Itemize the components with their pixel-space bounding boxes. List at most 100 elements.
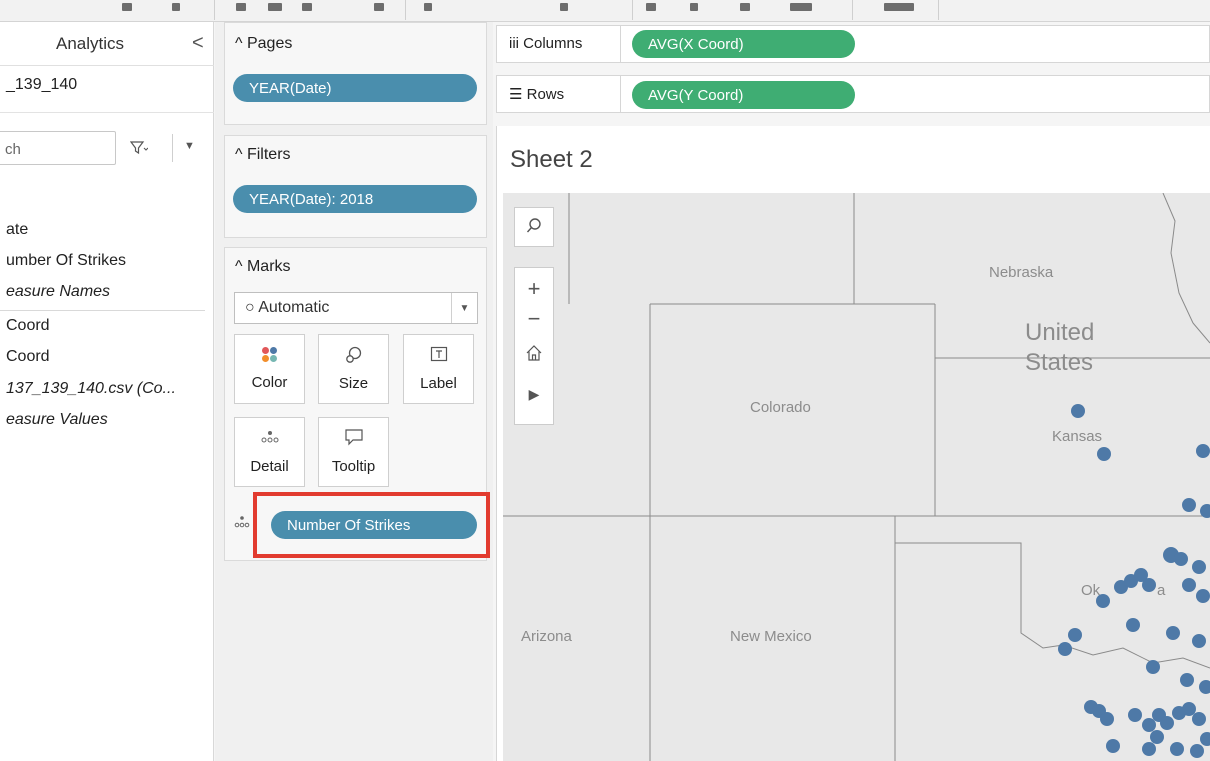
zoom-out-icon[interactable]: −: [515, 306, 553, 332]
strike-mark: [1190, 744, 1204, 758]
field-item-date[interactable]: ate: [6, 221, 28, 239]
label-states: States: [1025, 349, 1093, 376]
detail-dots-icon: [234, 514, 250, 535]
columns-pill[interactable]: AVG(X Coord): [632, 30, 855, 58]
strike-mark: [1200, 732, 1210, 746]
mark-type-select[interactable]: ○ Automatic ▼: [234, 292, 478, 324]
label-nebraska: Nebraska: [989, 264, 1054, 281]
filter-icon[interactable]: [129, 140, 149, 160]
tab-analytics[interactable]: Analytics: [56, 34, 124, 54]
tooltip-icon: [319, 428, 388, 450]
zoom-in-icon[interactable]: +: [515, 276, 553, 302]
map-canvas: Nebraska United States Colorado Kansas O…: [503, 193, 1210, 761]
strike-mark: [1196, 589, 1210, 603]
divider: [620, 76, 621, 112]
strike-mark: [1106, 739, 1120, 753]
toolbar: [0, 0, 1210, 22]
toolbar-separator: [632, 0, 633, 20]
toolbar-glyph[interactable]: [374, 3, 384, 11]
strike-mark: [1100, 712, 1114, 726]
field-item-count[interactable]: 137_139_140.csv (Co...: [6, 380, 176, 398]
strike-mark: [1068, 628, 1082, 642]
columns-label: Columns: [523, 35, 583, 52]
filters-card-title: ^ Filters: [235, 146, 291, 164]
field-item-x-coord[interactable]: Coord: [6, 317, 50, 335]
label-button[interactable]: Label: [403, 334, 474, 404]
toolbar-glyph[interactable]: [690, 3, 698, 11]
toolbar-glyph[interactable]: [268, 3, 282, 11]
strike-mark: [1196, 444, 1210, 458]
map-view[interactable]: Nebraska United States Colorado Kansas O…: [503, 193, 1210, 761]
home-icon[interactable]: [515, 344, 553, 367]
detail-button[interactable]: Detail: [234, 417, 305, 487]
state-borders: [503, 193, 1210, 761]
strike-mark: [1192, 712, 1206, 726]
strike-mark: [1128, 708, 1142, 722]
toolbar-separator: [938, 0, 939, 20]
field-item-measure-names[interactable]: easure Names: [6, 283, 110, 301]
tooltip-button[interactable]: Tooltip: [318, 417, 389, 487]
strike-mark: [1180, 673, 1194, 687]
rows-shelf-label: ☰ Rows: [509, 85, 564, 103]
toolbar-glyph[interactable]: [236, 3, 246, 11]
field-item-measure-values[interactable]: easure Values: [6, 411, 108, 429]
columns-shelf-label: iii Columns: [509, 35, 582, 52]
strike-mark: [1192, 560, 1206, 574]
strike-mark: [1071, 404, 1085, 418]
map-labels: Nebraska United States Colorado Kansas O…: [521, 264, 1166, 645]
strike-mark: [1174, 552, 1188, 566]
collapse-pane-icon[interactable]: <: [192, 32, 204, 55]
toolbar-glyph[interactable]: [790, 3, 812, 11]
divider: [0, 310, 205, 311]
toolbar-glyph[interactable]: [424, 3, 432, 11]
strike-mark: [1142, 718, 1156, 732]
size-button[interactable]: Size: [318, 334, 389, 404]
toolbar-glyph[interactable]: [172, 3, 180, 11]
field-item-number-of-strikes[interactable]: umber Of Strikes: [6, 252, 126, 270]
toolbar-glyph[interactable]: [560, 3, 568, 11]
toolbar-separator: [214, 0, 215, 20]
map-search-icon[interactable]: [514, 207, 554, 247]
map-controls: + − ▶: [514, 267, 554, 425]
toolbar-glyph[interactable]: [884, 3, 914, 11]
strike-marks: [1058, 404, 1210, 758]
strike-mark: [1192, 634, 1206, 648]
size-icon: [319, 345, 388, 367]
toolbar-glyph[interactable]: [122, 3, 132, 11]
pages-pill[interactable]: YEAR(Date): [233, 74, 477, 102]
chevron-up-icon[interactable]: ^: [235, 146, 243, 163]
field-item-y-coord[interactable]: Coord: [6, 348, 50, 366]
toolbar-glyph[interactable]: [302, 3, 312, 11]
strike-mark: [1182, 498, 1196, 512]
strike-mark: [1096, 594, 1110, 608]
strike-mark: [1170, 742, 1184, 756]
chevron-up-icon[interactable]: ^: [235, 35, 243, 52]
color-button[interactable]: Color: [234, 334, 305, 404]
filter-pill[interactable]: YEAR(Date): 2018: [233, 185, 477, 213]
size-button-label: Size: [338, 375, 369, 392]
label-new-mexico: New Mexico: [730, 628, 812, 645]
strike-mark: [1142, 578, 1156, 592]
text-label-icon: [404, 345, 473, 367]
data-source-name[interactable]: _139_140: [6, 76, 77, 94]
strike-mark: [1160, 716, 1174, 730]
strike-mark: [1182, 702, 1196, 716]
mark-type-label: Automatic: [258, 299, 330, 316]
rows-label: Rows: [526, 86, 565, 103]
circle-outline-icon: ○: [245, 299, 255, 316]
toolbar-glyph[interactable]: [646, 3, 656, 11]
view-options-dropdown-icon[interactable]: ▼: [184, 140, 195, 152]
field-search-input[interactable]: ch: [0, 131, 116, 165]
rows-icon: ☰: [509, 86, 523, 103]
color-button-label: Color: [251, 374, 288, 391]
chevron-down-icon[interactable]: ▼: [451, 293, 477, 323]
strike-mark: [1199, 680, 1210, 694]
label-kansas: Kansas: [1052, 428, 1102, 445]
divider: [0, 112, 214, 113]
chevron-up-icon[interactable]: ^: [235, 258, 243, 275]
rows-pill[interactable]: AVG(Y Coord): [632, 81, 855, 109]
expand-toolbar-icon[interactable]: ▶: [515, 386, 553, 403]
strike-mark: [1166, 626, 1180, 640]
toolbar-glyph[interactable]: [740, 3, 750, 11]
sheet-title: Sheet 2: [510, 146, 593, 173]
